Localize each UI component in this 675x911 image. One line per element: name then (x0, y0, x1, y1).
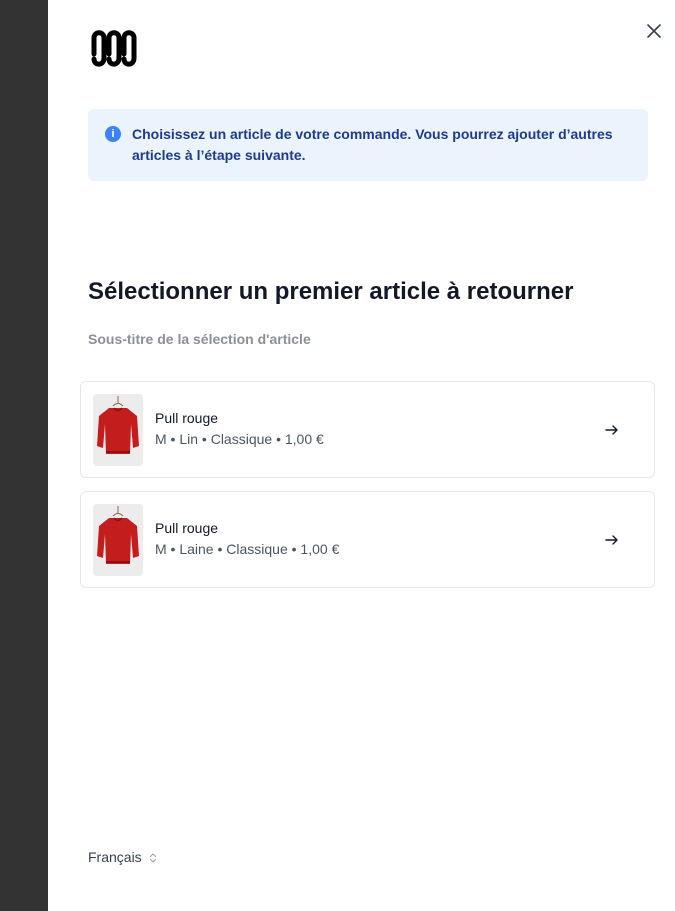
red-sweater-image (97, 396, 139, 454)
item-thumbnail (93, 504, 143, 576)
brand-logo (91, 30, 137, 67)
arrow-right-icon (605, 425, 618, 435)
order-item-card[interactable]: Pull rouge M • Lin • Classique • 1,00 € (80, 381, 655, 478)
language-selector[interactable]: Français (88, 848, 157, 866)
item-name: Pull rouge (155, 520, 219, 536)
info-icon: i (105, 126, 121, 142)
red-sweater-image (97, 506, 139, 564)
page-subtitle: Sous-titre de la sélection d'article (88, 331, 311, 347)
item-thumbnail (93, 394, 143, 466)
info-banner: i Choisissez un article de votre command… (88, 109, 648, 181)
item-details: M • Lin • Classique • 1,00 € (155, 431, 324, 447)
chevron-up-down-icon (149, 853, 156, 863)
arrow-right-icon (605, 535, 618, 545)
left-backdrop (0, 0, 48, 911)
page-title: Sélectionner un premier article à retour… (88, 278, 574, 305)
language-label: Français (88, 849, 142, 865)
app-root: i Choisissez un article de votre command… (0, 0, 675, 911)
item-name: Pull rouge (155, 410, 219, 426)
info-banner-text: Choisissez un article de votre commande.… (132, 126, 613, 163)
item-details: M • Laine • Classique • 1,00 € (155, 541, 340, 557)
close-icon[interactable] (644, 21, 664, 41)
order-item-card[interactable]: Pull rouge M • Laine • Classique • 1,00 … (80, 491, 655, 588)
return-panel: i Choisissez un article de votre command… (48, 0, 675, 911)
